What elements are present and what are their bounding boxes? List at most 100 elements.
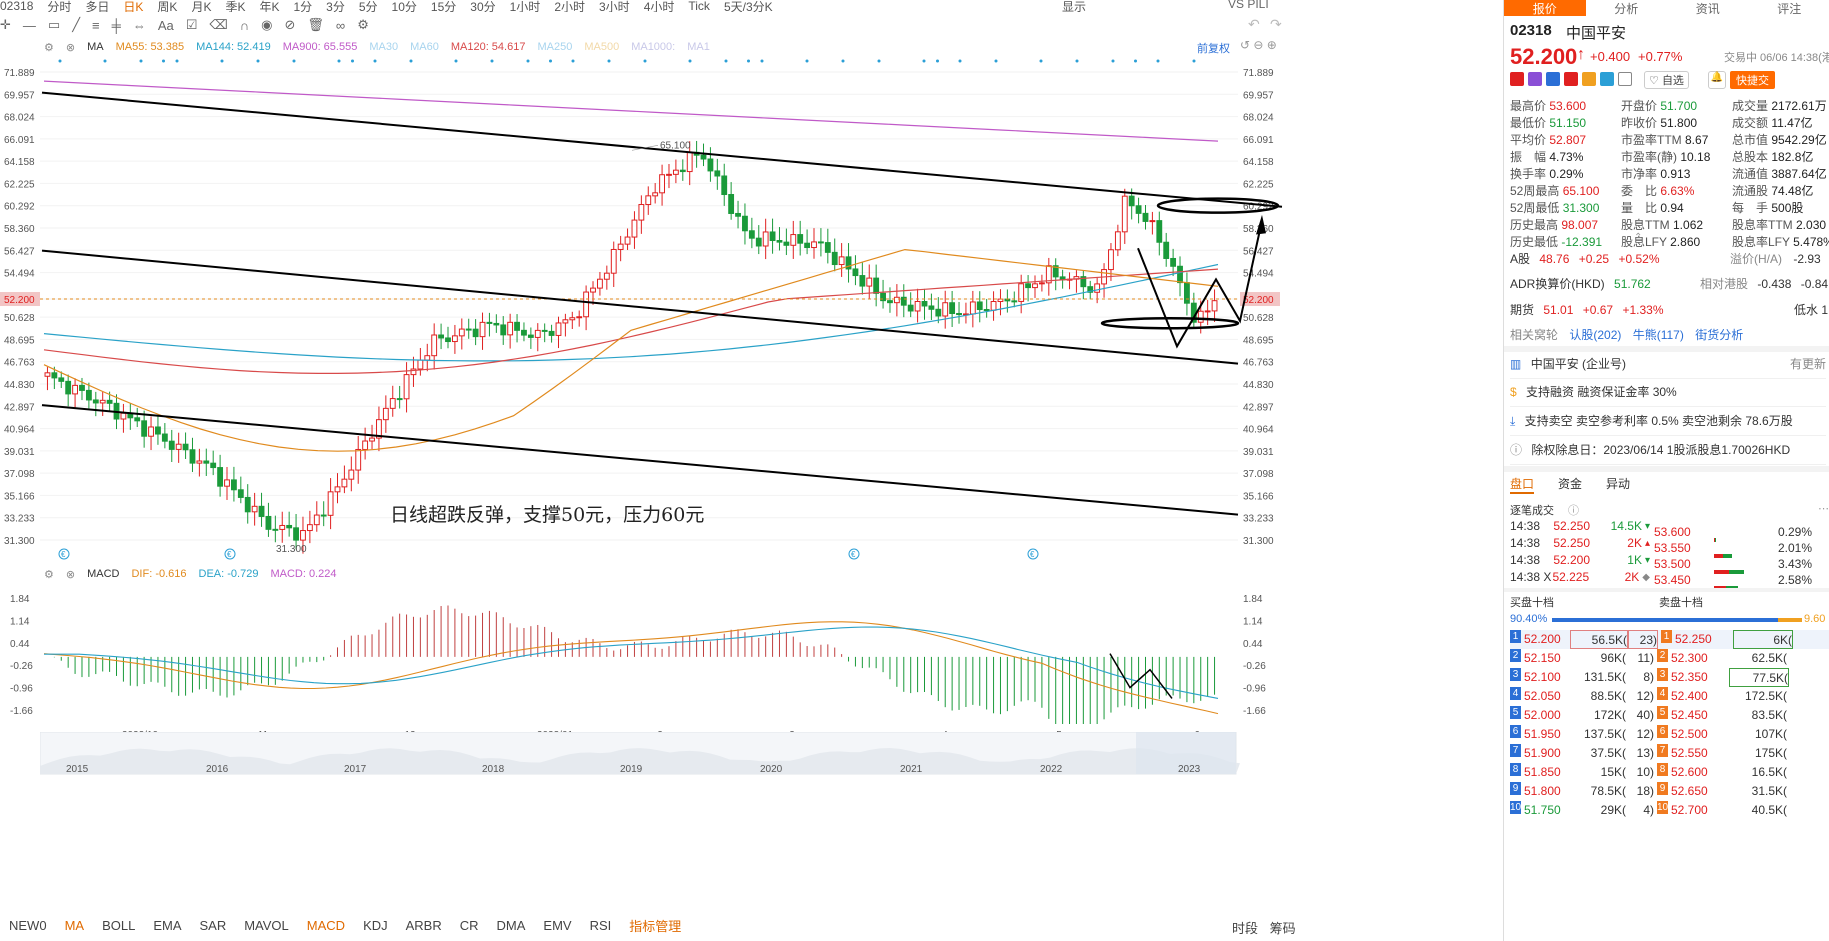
- hide-icon[interactable]: ⊘: [284, 17, 295, 33]
- period-tab[interactable]: 1小时: [510, 0, 541, 12]
- chip-tab[interactable]: 筹码: [1270, 921, 1296, 936]
- depth-tab[interactable]: 异动: [1606, 475, 1630, 494]
- ma-label[interactable]: MA: [87, 41, 104, 53]
- order-book-row[interactable]: 5 52.000 172K(40) 5 52.450 83.5K(: [1510, 706, 1829, 725]
- vs-pili-label[interactable]: VS PILI: [1228, 0, 1269, 11]
- order-book-row[interactable]: 2 52.150 96K(11) 2 52.300 62.5K(: [1510, 649, 1829, 668]
- ma-legend-item[interactable]: MA1000:: [631, 41, 675, 53]
- period-tab[interactable]: 分时: [47, 0, 71, 12]
- a-share-row[interactable]: A股 48.76 +0.25 +0.52%: [1510, 250, 1660, 267]
- hk-flag-icon[interactable]: [1510, 72, 1524, 86]
- fib-icon[interactable]: ≡: [92, 18, 100, 33]
- doc-icon[interactable]: [1618, 72, 1632, 86]
- order-book-row[interactable]: 10 51.750 29K(4) 10 52.700 40.5K(: [1510, 801, 1829, 820]
- period-tab[interactable]: 1分: [293, 0, 312, 12]
- eraser-icon[interactable]: ⌫: [209, 17, 227, 33]
- period-tab[interactable]: 3分: [326, 0, 345, 12]
- close-icon[interactable]: ⊗: [66, 568, 75, 581]
- fuquan-button[interactable]: 前复权: [1197, 40, 1230, 56]
- order-book-row[interactable]: 9 51.800 78.5K(18) 9 52.650 31.5K(: [1510, 782, 1829, 801]
- connect-icon[interactable]: [1546, 72, 1560, 86]
- order-book-row[interactable]: 4 52.050 88.5K(12) 4 52.400 172.5K(: [1510, 687, 1829, 706]
- rect-tool-icon[interactable]: ▭: [48, 17, 60, 33]
- warrant-call-link[interactable]: 认股(202): [1569, 328, 1621, 342]
- ma-legend-item[interactable]: MA250: [537, 41, 572, 53]
- line-tool-icon[interactable]: —: [23, 18, 36, 33]
- gear-icon[interactable]: ⚙: [44, 568, 54, 581]
- cbbc-link[interactable]: 牛熊(117): [1633, 328, 1684, 342]
- quote-tab[interactable]: 报价: [1504, 0, 1586, 16]
- gear-icon[interactable]: ⚙: [44, 41, 54, 54]
- short-note-row[interactable]: ⤓ 支持卖空 卖空参考利率 0.5% 卖空池剩余 78.6万股: [1510, 407, 1826, 436]
- indicator-tab[interactable]: NEW0: [9, 918, 47, 933]
- order-book-row[interactable]: 8 51.850 15K(10) 8 52.600 16.5K(: [1510, 763, 1829, 782]
- adr-row[interactable]: ADR换算价(HKD) 51.762: [1510, 275, 1651, 292]
- overview-navigator[interactable]: 2015 2016 2017 2018 2019 2020 2021 2022 2023: [40, 732, 1240, 776]
- ma-legend-item[interactable]: MA30: [369, 41, 398, 53]
- period-tab[interactable]: 4小时: [644, 0, 675, 12]
- period-tab[interactable]: 15分: [431, 0, 456, 12]
- futures-row[interactable]: 期货 51.01 +0.67 +1.33%: [1510, 301, 1664, 318]
- period-tab[interactable]: 日K: [123, 0, 143, 12]
- link-icon[interactable]: ∞: [336, 18, 345, 33]
- undo-icon[interactable]: ↶: [1248, 16, 1260, 33]
- indicator-tab[interactable]: ARBR: [406, 918, 442, 933]
- quote-tab[interactable]: 资讯: [1667, 0, 1749, 16]
- measure-icon[interactable]: ⇔: [133, 18, 146, 33]
- indicator-tab[interactable]: BOLL: [102, 918, 135, 933]
- company-row[interactable]: ▥ 中国平安 (企业号) 有更新: [1510, 350, 1826, 379]
- marker-icon[interactable]: ☑: [186, 17, 198, 33]
- order-book-row[interactable]: 6 51.950 137.5K(12) 6 52.500 107K(: [1510, 725, 1829, 744]
- order-book-row[interactable]: 1 52.200 56.5K(23) 1 52.250 6K(: [1510, 630, 1829, 649]
- indicator-tab[interactable]: CR: [460, 918, 479, 933]
- period-tab[interactable]: 2小时: [554, 0, 585, 12]
- magnet-icon[interactable]: ∩: [240, 18, 249, 33]
- order-book-row[interactable]: 3 52.100 131.5K(8) 3 52.350 77.5K(: [1510, 668, 1829, 687]
- gear-icon[interactable]: ⚙: [357, 17, 369, 33]
- display-label[interactable]: 显示: [1062, 0, 1086, 15]
- session-tab[interactable]: 时段: [1232, 921, 1258, 936]
- ma-legend-item[interactable]: MA55: 53.385: [116, 41, 185, 53]
- period-tab[interactable]: 季K: [225, 0, 245, 12]
- period-tab[interactable]: 5天/3分K: [724, 0, 773, 12]
- info-icon[interactable]: ⓘ: [1568, 502, 1579, 518]
- street-analysis-link[interactable]: 街货分析: [1695, 328, 1743, 342]
- macd-chart[interactable]: 1.84 1.84 1.14 1.14 0.44 0.44 -0.26 -0.26 -0.96 -…: [0, 584, 1290, 724]
- indicator-tab[interactable]: MAVOL: [244, 918, 289, 933]
- period-tab[interactable]: 10分: [392, 0, 417, 12]
- reset-icon[interactable]: ↺ ⊖ ⊕: [1240, 38, 1277, 52]
- trash-icon[interactable]: 🗑: [307, 17, 324, 33]
- indicator-tab[interactable]: RSI: [590, 918, 612, 933]
- text-tool-icon[interactable]: Aa: [158, 18, 174, 33]
- period-tab[interactable]: 年K: [259, 0, 279, 12]
- tag-icon[interactable]: [1600, 72, 1614, 86]
- margin-icon[interactable]: [1564, 72, 1578, 86]
- ma-legend-item[interactable]: MA1: [687, 41, 710, 53]
- watchlist-button[interactable]: ♡ 自选: [1644, 71, 1689, 89]
- quote-tab[interactable]: 分析: [1586, 0, 1668, 16]
- crosshair-icon[interactable]: ✛: [0, 17, 11, 33]
- candlestick-chart[interactable]: 71.889 71.889 69.957 69.957 68.024 68.024 66.0…: [0, 56, 1290, 566]
- period-tab[interactable]: Tick: [688, 0, 710, 12]
- quote-tab[interactable]: 评注: [1749, 0, 1829, 16]
- depth-tab[interactable]: 资金: [1558, 475, 1582, 494]
- indicator-tab[interactable]: EMA: [153, 918, 181, 933]
- depth-tab[interactable]: 盘口: [1510, 475, 1535, 494]
- more-icon[interactable]: ⋯: [1818, 502, 1829, 515]
- period-tab[interactable]: 02318: [0, 0, 33, 12]
- indicator-tab[interactable]: MA: [65, 918, 85, 933]
- macd-label[interactable]: MACD: [87, 568, 119, 580]
- indicator-tab[interactable]: DMA: [497, 918, 526, 933]
- ma-legend-item[interactable]: MA900: 65.555: [283, 41, 358, 53]
- bell-icon[interactable]: 🔔: [1708, 71, 1726, 89]
- order-book-row[interactable]: 7 51.900 37.5K(13) 7 52.550 175K(: [1510, 744, 1829, 763]
- grid-icon[interactable]: ╪: [112, 18, 121, 33]
- chart-icon[interactable]: [1582, 72, 1596, 86]
- margin-note-row[interactable]: $ 支持融资 融资保证金率 30%: [1510, 378, 1826, 407]
- close-icon[interactable]: ⊗: [66, 41, 75, 54]
- fast-trade-button[interactable]: 快捷交: [1730, 71, 1775, 89]
- period-tab[interactable]: 周K: [157, 0, 177, 12]
- period-tab[interactable]: 30分: [470, 0, 495, 12]
- broker-icon[interactable]: [1528, 72, 1542, 86]
- indicator-tab[interactable]: 指标管理: [629, 916, 681, 935]
